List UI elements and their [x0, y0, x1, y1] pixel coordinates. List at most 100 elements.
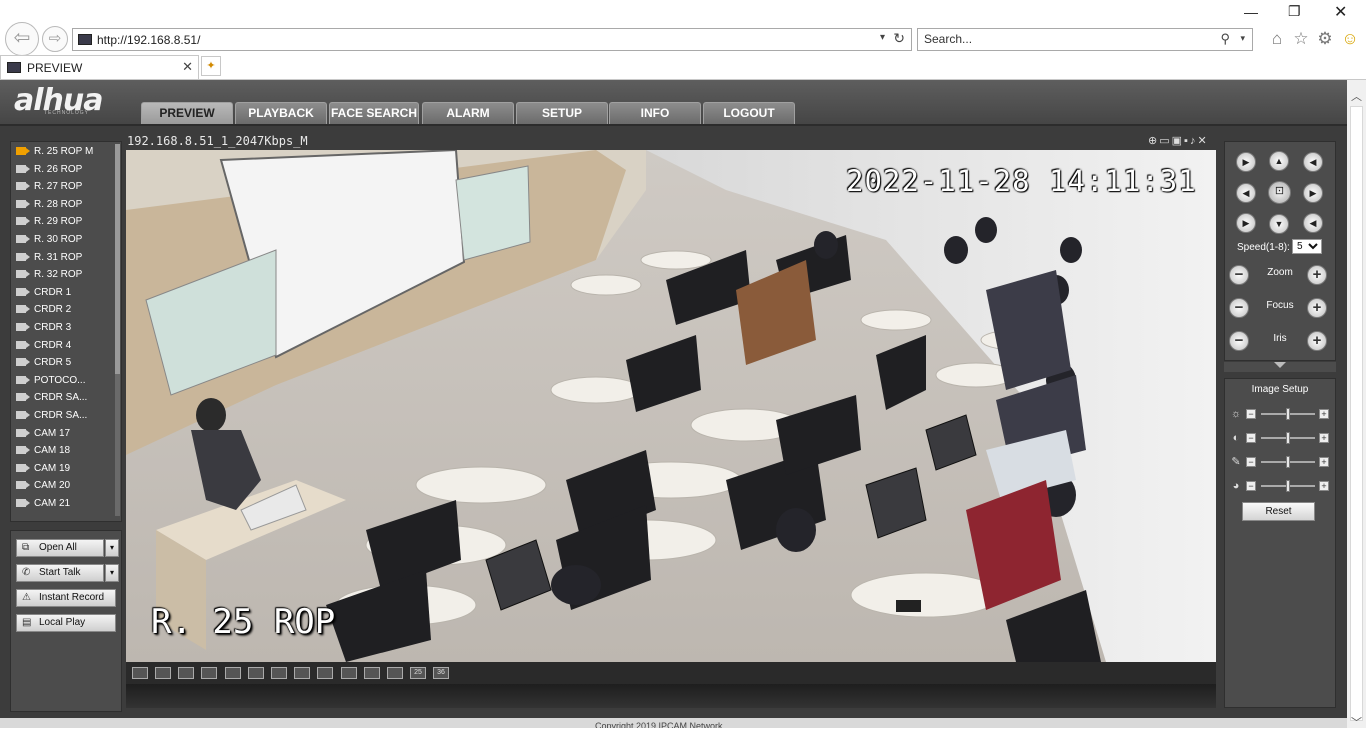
start-talk-dropdown-icon[interactable]: ▾ — [105, 564, 119, 582]
window-icon[interactable]: ▭ — [1159, 135, 1171, 147]
saturation-minus-icon[interactable]: − — [1246, 457, 1256, 467]
instant-record-button[interactable]: ⚠ Instant Record — [16, 589, 116, 607]
layout-16-icon[interactable] — [364, 667, 380, 679]
settings-gear-icon[interactable]: ⚙ — [1315, 29, 1335, 49]
home-icon[interactable]: ⌂ — [1267, 29, 1287, 49]
camera-item[interactable]: CRDR SA... — [16, 408, 116, 424]
minimize-window-icon[interactable]: — — [1244, 4, 1258, 20]
snapshot-icon[interactable]: ▣ — [1172, 135, 1184, 147]
camera-item[interactable]: CRDR 4 — [16, 338, 116, 354]
ptz-down-right-icon[interactable]: ◀ — [1303, 213, 1323, 233]
layout-6-icon[interactable] — [271, 667, 287, 679]
camera-item[interactable]: CAM 17 — [16, 426, 116, 442]
brightness-slider-thumb[interactable] — [1286, 408, 1290, 420]
hue-slider-thumb[interactable] — [1286, 480, 1290, 492]
nav-tab-logout[interactable]: LOGOUT — [703, 102, 795, 124]
layout-25-button[interactable]: 25 — [410, 667, 426, 679]
scroll-up-icon[interactable]: ︿ — [1347, 88, 1366, 104]
camera-list-scroll-thumb[interactable] — [115, 144, 120, 374]
layout-1-icon[interactable] — [225, 667, 241, 679]
ptz-up-right-icon[interactable]: ◀ — [1303, 152, 1323, 172]
camera-item[interactable]: CAM 18 — [16, 443, 116, 459]
ptz-up-left-icon[interactable]: ▶ — [1236, 152, 1256, 172]
camera-item[interactable]: R. 29 ROP — [16, 214, 116, 230]
layout-36-button[interactable]: 36 — [433, 667, 449, 679]
camera-item[interactable]: R. 30 ROP — [16, 232, 116, 248]
camera-item[interactable]: CRDR 1 — [16, 285, 116, 301]
focus-minus-icon[interactable]: − — [1229, 298, 1249, 318]
ptz-down-icon[interactable]: ▼ — [1269, 214, 1289, 234]
search-icon[interactable]: ⚲ — [1220, 31, 1230, 47]
saturation-slider-thumb[interactable] — [1286, 456, 1290, 468]
nav-tab-preview[interactable]: PREVIEW — [141, 102, 233, 124]
zoom-icon[interactable]: ⊕ — [1148, 135, 1159, 147]
ptz-left-icon[interactable]: ◀ — [1236, 183, 1256, 203]
nav-tab-info[interactable]: INFO — [609, 102, 701, 124]
layout-wide-icon[interactable] — [201, 667, 217, 679]
focus-plus-icon[interactable]: + — [1307, 298, 1327, 318]
address-url[interactable]: http://192.168.8.51/ — [97, 33, 200, 47]
camera-item[interactable]: R. 32 ROP — [16, 267, 116, 283]
camera-item[interactable]: CRDR 2 — [16, 302, 116, 318]
camera-item[interactable]: POTOCO... — [16, 373, 116, 389]
zoom-minus-icon[interactable]: − — [1229, 265, 1249, 285]
open-all-dropdown-icon[interactable]: ▾ — [105, 539, 119, 557]
back-button[interactable]: ⇦ — [5, 22, 39, 56]
search-box[interactable]: ⚲ ▾ — [917, 28, 1253, 51]
camera-item[interactable]: CRDR SA... — [16, 390, 116, 406]
hue-minus-icon[interactable]: − — [1246, 481, 1256, 491]
reset-button[interactable]: Reset — [1242, 502, 1315, 521]
camera-item[interactable]: R. 28 ROP — [16, 197, 116, 213]
hue-plus-icon[interactable]: + — [1319, 481, 1329, 491]
iris-plus-icon[interactable]: + — [1307, 331, 1327, 351]
video-feed[interactable]: 2022-11-28 14:11:31 R. 25 ROP — [126, 150, 1216, 662]
forward-button[interactable]: ⇨ — [42, 26, 68, 52]
camera-item[interactable]: R. 31 ROP — [16, 250, 116, 266]
contrast-minus-icon[interactable]: − — [1246, 433, 1256, 443]
contrast-slider-thumb[interactable] — [1286, 432, 1290, 444]
smiley-feedback-icon[interactable]: ☺ — [1340, 29, 1360, 49]
page-scrollbar[interactable]: ︿ ﹀ — [1347, 80, 1366, 729]
address-dropdown-icon[interactable]: ▾ — [880, 32, 885, 43]
search-dropdown-icon[interactable]: ▾ — [1240, 33, 1245, 44]
layout-fullscreen-icon[interactable] — [178, 667, 194, 679]
close-video-icon[interactable]: ✕ — [1197, 135, 1208, 147]
ptz-collapse-toggle[interactable] — [1224, 362, 1336, 372]
scrollbar-thumb[interactable] — [1350, 106, 1363, 721]
layout-8-icon[interactable] — [294, 667, 310, 679]
nav-tab-face-search[interactable]: FACE SEARCH — [329, 102, 419, 124]
nav-tab-setup[interactable]: SETUP — [516, 102, 608, 124]
camera-item[interactable]: CAM 20 — [16, 478, 116, 494]
layout-ratio-icon[interactable] — [155, 667, 171, 679]
nav-tab-playback[interactable]: PLAYBACK — [235, 102, 327, 124]
brightness-minus-icon[interactable]: − — [1246, 409, 1256, 419]
camera-item[interactable]: R. 25 ROP M — [16, 144, 116, 160]
start-talk-button[interactable]: ✆ Start Talk ▾ — [16, 564, 119, 582]
favorites-star-icon[interactable]: ☆ — [1291, 29, 1311, 49]
camera-item[interactable]: CAM 19 — [16, 461, 116, 477]
close-window-icon[interactable]: ✕ — [1334, 2, 1347, 22]
zoom-plus-icon[interactable]: + — [1307, 265, 1327, 285]
camera-list-scrollbar[interactable] — [115, 144, 120, 516]
saturation-plus-icon[interactable]: + — [1319, 457, 1329, 467]
camera-item[interactable]: CAM 21 — [16, 496, 116, 512]
local-play-button[interactable]: ▤ Local Play — [16, 614, 116, 632]
open-all-button[interactable]: ⧉ Open All ▾ — [16, 539, 119, 557]
brightness-plus-icon[interactable]: + — [1319, 409, 1329, 419]
ptz-right-icon[interactable]: ▶ — [1303, 183, 1323, 203]
camera-item[interactable]: R. 27 ROP — [16, 179, 116, 195]
camera-item[interactable]: CRDR 5 — [16, 355, 116, 371]
ptz-up-icon[interactable]: ▲ — [1269, 151, 1289, 171]
layout-original-icon[interactable] — [132, 667, 148, 679]
address-bar[interactable]: http://192.168.8.51/ ▾ ↻ — [72, 28, 912, 51]
refresh-icon[interactable]: ↻ — [893, 30, 905, 47]
browser-tab[interactable]: PREVIEW ✕ — [0, 55, 199, 79]
layout-4-icon[interactable] — [248, 667, 264, 679]
camera-item[interactable]: R. 26 ROP — [16, 162, 116, 178]
new-tab-button[interactable]: ✦ — [201, 56, 221, 76]
nav-tab-alarm[interactable]: ALARM — [422, 102, 514, 124]
speed-select[interactable]: 5 — [1292, 239, 1322, 254]
layout-13-icon[interactable] — [341, 667, 357, 679]
ptz-down-left-icon[interactable]: ▶ — [1236, 213, 1256, 233]
restore-window-icon[interactable]: ❐ — [1288, 3, 1301, 20]
